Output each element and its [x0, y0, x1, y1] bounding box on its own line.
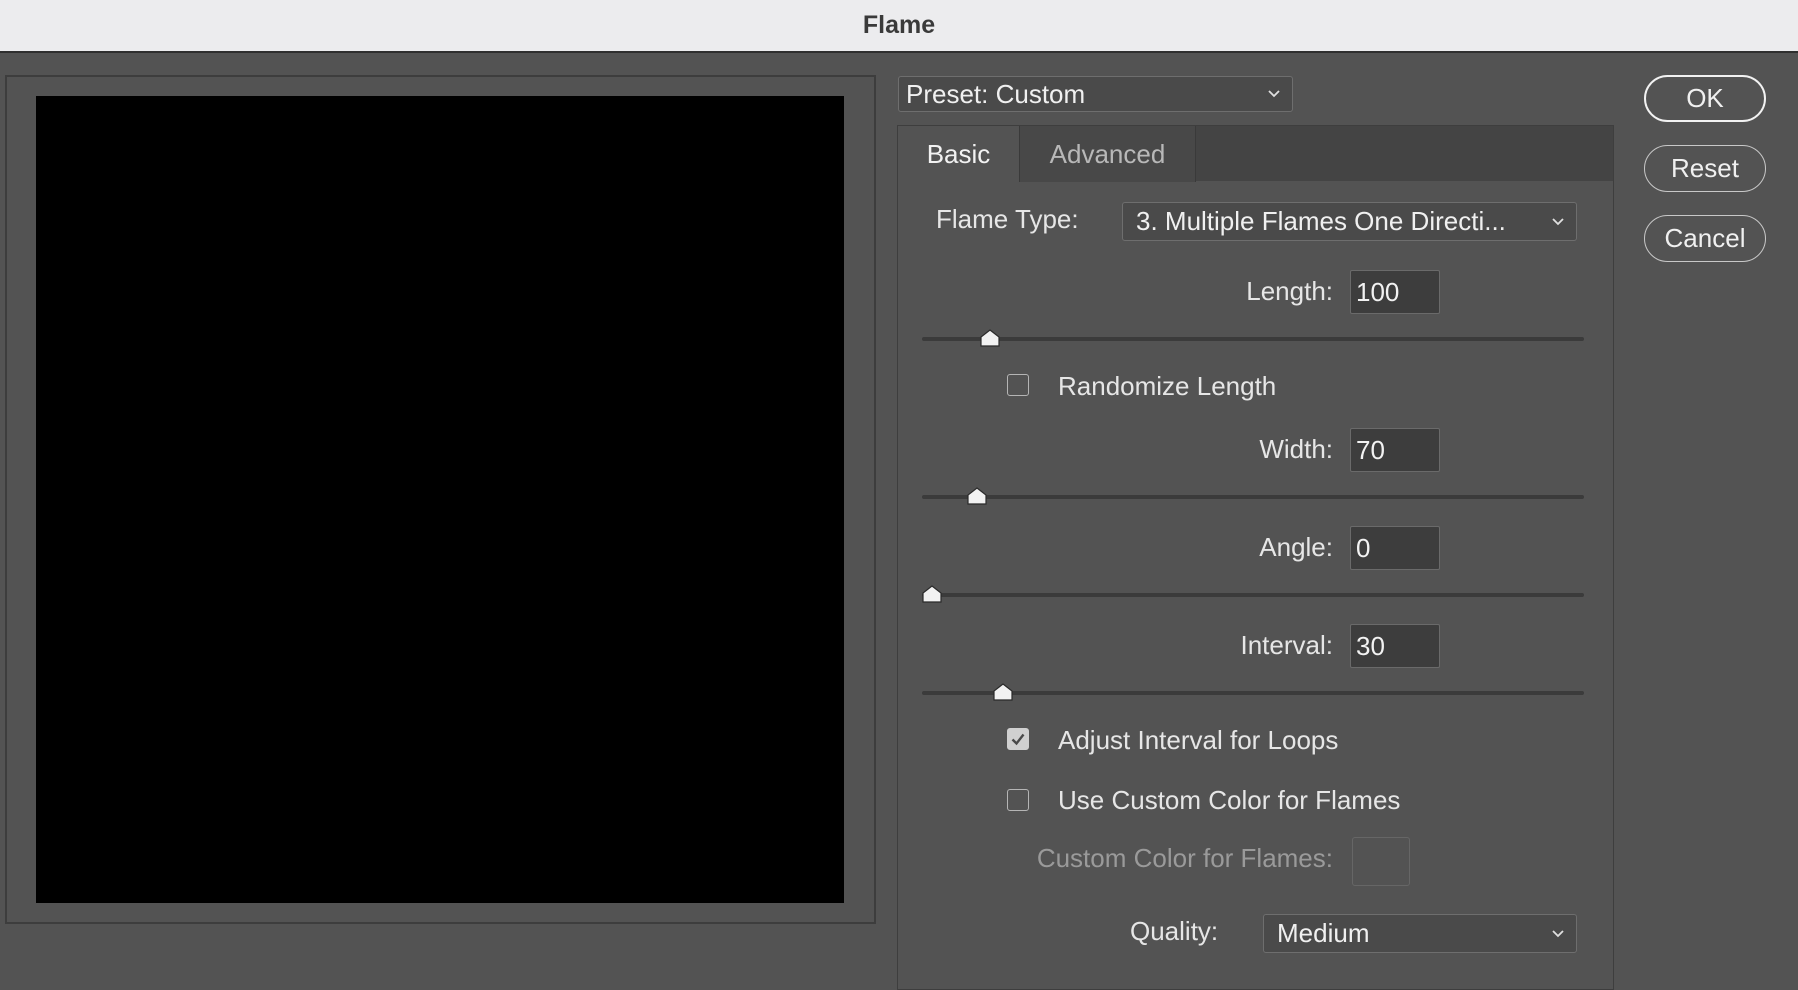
randomize-length-checkbox[interactable]: [1007, 374, 1029, 396]
cancel-button[interactable]: Cancel: [1644, 215, 1766, 262]
preset-value: Preset: Custom: [906, 78, 1086, 109]
preset-dropdown[interactable]: Preset: Custom: [898, 76, 1293, 112]
tab-basic[interactable]: Basic: [898, 126, 1019, 182]
width-label: Width:: [1259, 434, 1333, 464]
checkmark-icon: [1011, 733, 1025, 746]
reset-button[interactable]: Reset: [1644, 145, 1766, 192]
randomize-length-label: Randomize Length: [1058, 371, 1277, 401]
preview-canvas: [36, 96, 844, 903]
flame-type-label: Flame Type:: [936, 204, 1079, 234]
tab-advanced[interactable]: Advanced: [1019, 126, 1196, 182]
length-slider-track[interactable]: [922, 337, 1584, 341]
angle-slider-track[interactable]: [922, 593, 1584, 597]
interval-slider-thumb[interactable]: [993, 683, 1013, 701]
flame-type-dropdown[interactable]: 3. Multiple Flames One Directi...: [1122, 202, 1577, 241]
angle-label: Angle:: [1259, 532, 1333, 562]
dialog-title: Flame: [862, 11, 936, 39]
quality-value: Medium: [1277, 918, 1370, 948]
width-slider-thumb[interactable]: [967, 487, 987, 505]
interval-label: Interval:: [1240, 630, 1334, 660]
quality-label: Quality:: [1130, 916, 1219, 946]
dialog-title-bar: Flame: [0, 0, 1798, 53]
interval-slider-track[interactable]: [922, 691, 1584, 695]
custom-color-swatch[interactable]: [1352, 837, 1410, 886]
custom-color-checkbox-label: Use Custom Color for Flames: [1058, 785, 1401, 815]
custom-color-label: Custom Color for Flames:: [1036, 843, 1333, 873]
adjust-interval-label: Adjust Interval for Loops: [1058, 725, 1339, 755]
adjust-interval-checkbox[interactable]: [1007, 728, 1029, 750]
angle-input[interactable]: 0: [1350, 526, 1440, 570]
width-slider-track[interactable]: [922, 495, 1584, 499]
flame-type-value: 3. Multiple Flames One Directi...: [1136, 206, 1506, 236]
width-input[interactable]: 70: [1350, 428, 1440, 472]
interval-input[interactable]: 30: [1350, 624, 1440, 668]
custom-color-checkbox[interactable]: [1007, 789, 1029, 811]
chevron-down-icon: [1268, 90, 1280, 98]
chevron-down-icon: [1552, 217, 1564, 225]
chevron-down-icon: [1552, 929, 1564, 937]
length-input[interactable]: 100: [1350, 270, 1440, 314]
length-slider-thumb[interactable]: [980, 329, 1000, 347]
ok-button[interactable]: OK: [1644, 75, 1766, 122]
quality-dropdown[interactable]: Medium: [1263, 914, 1577, 953]
length-label: Length:: [1246, 276, 1333, 306]
angle-slider-thumb[interactable]: [922, 585, 942, 603]
